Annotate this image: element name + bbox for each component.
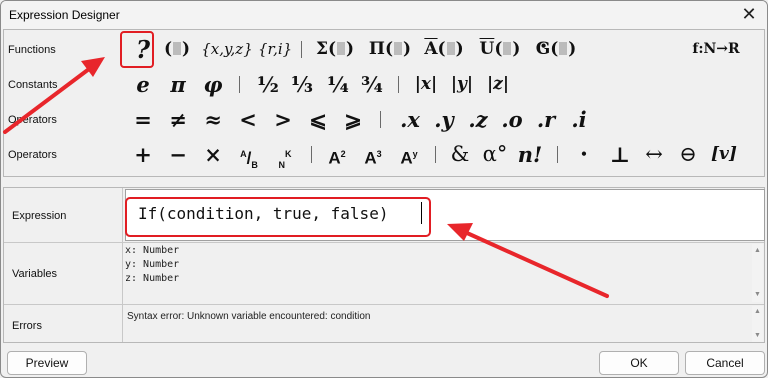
approx-operator-button[interactable]: ≈ — [202, 102, 224, 137]
pi-constant-button[interactable]: π — [167, 67, 189, 102]
degree-operator-button[interactable]: α° — [482, 137, 508, 172]
less-equal-operator-button[interactable]: ⩽ — [307, 102, 329, 137]
binomial-operator-button[interactable]: NK — [272, 137, 298, 172]
overline-a-glyph: A — [424, 39, 438, 59]
errors-scroll-down-icon[interactable]: ▼ — [752, 331, 763, 341]
errors-box: Syntax error: Unknown variable encounter… — [125, 305, 751, 341]
square-operator-button[interactable]: A2 — [324, 137, 350, 172]
dot-g-dot: • — [539, 39, 548, 53]
cube-operator-button[interactable]: A3 — [360, 137, 386, 172]
question-highlight-box — [120, 31, 154, 68]
sum-function-button[interactable]: Σ() — [314, 32, 356, 67]
operators-separator-2 — [311, 146, 312, 163]
quarter-constant-button[interactable]: ¼ — [326, 67, 350, 102]
not-equal-operator-button[interactable]: ≠ — [167, 102, 189, 137]
circle-minus-operator-button[interactable]: ⊖ — [676, 137, 700, 172]
functions-row: Functions ? () {x,y,z} {r,i} Σ() Π() A()… — [4, 32, 764, 67]
dot-product-operator-button[interactable]: • — [574, 137, 594, 172]
cancel-button[interactable]: Cancel — [685, 351, 765, 375]
overline-a-function-button[interactable]: A() — [422, 32, 466, 67]
and-operator-button[interactable]: & — [448, 137, 472, 172]
variable-line-y: y: Number — [125, 259, 180, 270]
expression-highlight-box — [125, 197, 431, 237]
operators-label-1: Operators — [8, 114, 57, 126]
perpendicular-operator-button[interactable]: ⊥ — [608, 137, 632, 172]
ok-button[interactable]: OK — [599, 351, 679, 375]
product-function-button[interactable]: Π() — [368, 32, 412, 67]
greater-than-operator-button[interactable]: > — [272, 102, 294, 137]
errors-scroll-up-icon[interactable]: ▲ — [752, 307, 763, 317]
errors-scrollbar[interactable]: ▲ ▼ — [752, 306, 763, 342]
title-bar: Expression Designer ✕ — [1, 1, 767, 29]
fraction-operator-button[interactable]: A/B — [236, 137, 262, 172]
expression-label: Expression — [12, 210, 67, 222]
close-icon[interactable]: ✕ — [737, 3, 761, 27]
dot-y-operator-button[interactable]: .y — [430, 102, 458, 137]
constants-separator-2 — [398, 76, 399, 93]
operators-separator-4 — [557, 146, 558, 163]
operators-label-2: Operators — [8, 149, 57, 161]
plus-operator-button[interactable]: + — [132, 137, 154, 172]
function-map-button[interactable]: f:N→R — [684, 32, 748, 67]
errors-label: Errors — [12, 320, 42, 332]
abs-y-constant-button[interactable]: |y| — [448, 67, 476, 102]
window-title: Expression Designer — [9, 8, 120, 22]
constants-label: Constants — [8, 79, 58, 91]
arithmetic-operators-row: Operators + − × A/B NK A2 A3 Ay & α° n! … — [4, 137, 764, 172]
paren-function-button[interactable]: () — [164, 32, 190, 67]
variables-scrollbar[interactable]: ▲ ▼ — [752, 244, 763, 302]
minus-operator-button[interactable]: − — [167, 137, 189, 172]
scroll-down-icon[interactable]: ▼ — [752, 290, 763, 300]
functions-label: Functions — [8, 44, 56, 56]
less-than-operator-button[interactable]: < — [237, 102, 259, 137]
double-arrow-operator-button[interactable]: ↔ — [642, 137, 666, 172]
abs-z-constant-button[interactable]: |z| — [484, 67, 512, 102]
three-quarters-constant-button[interactable]: ¾ — [360, 67, 384, 102]
sum-glyph: Σ — [315, 39, 328, 59]
variable-line-x: x: Number — [125, 245, 180, 256]
dot-z-operator-button[interactable]: .z — [464, 102, 492, 137]
expression-designer-window: Expression Designer ✕ Functions ? () {x,… — [0, 0, 768, 378]
half-constant-button[interactable]: ½ — [256, 67, 280, 102]
dot-x-operator-button[interactable]: .x — [396, 102, 424, 137]
variable-line-z: z: Number — [125, 273, 180, 284]
vector-xyz-function-button[interactable]: {x,y,z} — [200, 32, 254, 67]
label-column-divider — [122, 188, 123, 342]
dot-g-function-button[interactable]: G •() — [532, 32, 580, 67]
polar-function-button[interactable]: {r,i} — [258, 32, 292, 67]
variables-label: Variables — [12, 268, 58, 280]
divider-1 — [4, 242, 764, 243]
vector-v-operator-button[interactable]: [v] — [710, 137, 738, 172]
variables-list[interactable]: x: Number y: Number z: Number — [125, 244, 751, 302]
operators-separator-3 — [435, 146, 436, 163]
dot-i-operator-button[interactable]: .i — [566, 102, 592, 137]
dot-g-glyph: G • — [536, 39, 551, 59]
dot-o-operator-button[interactable]: .o — [498, 102, 526, 137]
operators-separator-1 — [380, 111, 381, 128]
phi-constant-button[interactable]: φ — [202, 67, 224, 102]
times-operator-button[interactable]: × — [202, 137, 224, 172]
e-constant-button[interactable]: e — [132, 67, 154, 102]
constants-row: Constants e π φ ½ ⅓ ¼ ¾ |x| |y| |z| — [4, 67, 764, 102]
greater-equal-operator-button[interactable]: ⩾ — [342, 102, 364, 137]
equals-operator-button[interactable]: = — [132, 102, 154, 137]
overline-u-glyph: U — [479, 39, 495, 59]
symbol-palette: Functions ? () {x,y,z} {r,i} Σ() Π() A()… — [3, 29, 765, 177]
factorial-operator-button[interactable]: n! — [516, 137, 544, 172]
error-message: Syntax error: Unknown variable encounter… — [127, 311, 371, 322]
scroll-up-icon[interactable]: ▲ — [752, 246, 763, 256]
comparison-operators-row: Operators = ≠ ≈ < > ⩽ ⩾ .x .y .z .o .r .… — [4, 102, 764, 137]
power-operator-button[interactable]: Ay — [396, 137, 422, 172]
product-glyph: Π — [368, 39, 385, 59]
dot-r-operator-button[interactable]: .r — [532, 102, 560, 137]
third-constant-button[interactable]: ⅓ — [290, 67, 314, 102]
abs-x-constant-button[interactable]: |x| — [412, 67, 440, 102]
constants-separator-1 — [239, 76, 240, 93]
overline-u-function-button[interactable]: U() — [476, 32, 524, 67]
functions-separator-1 — [301, 41, 302, 58]
preview-button[interactable]: Preview — [7, 351, 87, 375]
